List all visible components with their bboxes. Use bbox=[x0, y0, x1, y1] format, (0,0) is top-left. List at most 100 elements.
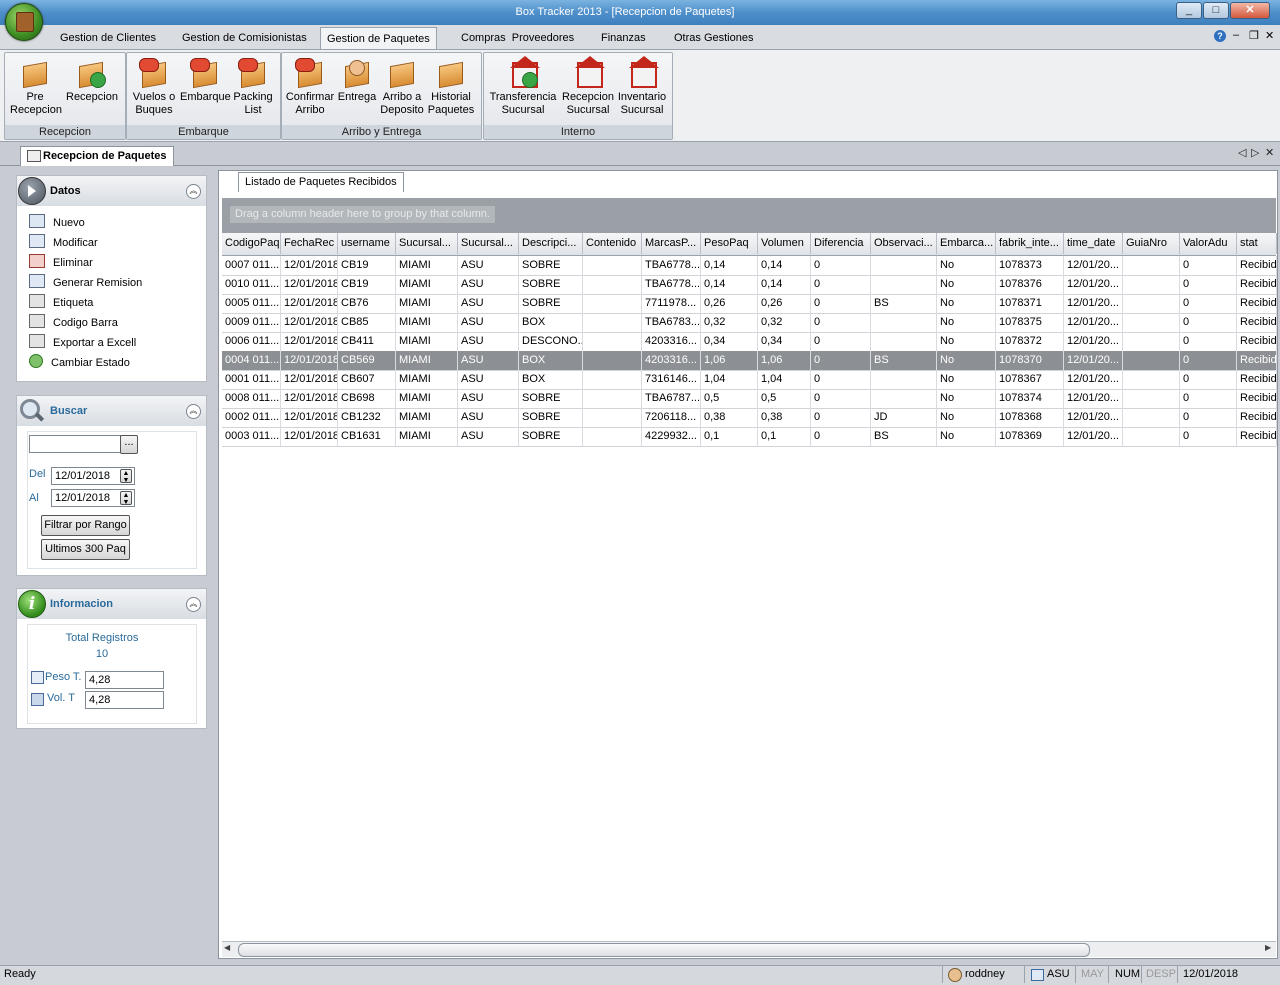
table-cell bbox=[871, 332, 937, 351]
column-header[interactable]: Embarca... bbox=[937, 233, 996, 254]
table-row[interactable]: 0007 011... 12/01/2018 CB19 MIAMI ASU SOBRE TB… bbox=[222, 256, 1277, 276]
historial-paquetes-button[interactable]: Historial Paquetes bbox=[426, 56, 476, 122]
column-header[interactable]: Volumen bbox=[758, 233, 811, 254]
button-label: Recepcion bbox=[10, 104, 62, 116]
button-label: Paquetes bbox=[427, 104, 475, 116]
datos-panel-header[interactable]: Datos ︽ bbox=[17, 176, 206, 206]
table-row[interactable]: 0009 011... 12/01/2018 CB85 MIAMI ASU BOX TBA6… bbox=[222, 313, 1277, 333]
tab-compras-proveedores[interactable]: Compras Proveedores bbox=[455, 29, 580, 47]
horizontal-scrollbar[interactable]: ◀ ▶ bbox=[222, 941, 1276, 957]
entrega-button[interactable]: Entrega bbox=[332, 56, 382, 122]
packing-list-button[interactable]: Packing List bbox=[228, 56, 278, 122]
table-cell bbox=[871, 313, 937, 332]
table-cell: 1078372 bbox=[996, 332, 1064, 351]
close-button[interactable]: ✕ bbox=[1230, 2, 1270, 19]
column-header[interactable]: PesoPaq bbox=[701, 233, 758, 254]
task-nuevo[interactable]: Nuevo bbox=[29, 214, 85, 232]
column-header[interactable]: Descripci... bbox=[519, 233, 583, 254]
recepcion-button[interactable]: Recepcion bbox=[66, 56, 118, 122]
task-generar-remision[interactable]: Generar Remision bbox=[29, 274, 142, 292]
arribo-deposito-button[interactable]: Arribo a Deposito bbox=[377, 56, 427, 122]
package-check-icon bbox=[76, 58, 106, 89]
task-eliminar[interactable]: Eliminar bbox=[29, 254, 93, 272]
task-exportar-excel[interactable]: Exportar a Excell bbox=[29, 334, 136, 352]
tab-close-button[interactable]: ✕ bbox=[1265, 146, 1274, 159]
date-from-spinner[interactable]: ▲ ▼ bbox=[120, 469, 132, 484]
tab-prev-button[interactable]: ◁ bbox=[1238, 146, 1246, 159]
vuelos-buques-button[interactable]: Vuelos o Buques bbox=[129, 56, 179, 122]
column-header[interactable]: ValorAdu bbox=[1180, 233, 1237, 254]
column-header[interactable]: MarcasP... bbox=[642, 233, 701, 254]
buscar-panel-header[interactable]: Buscar ︽ bbox=[17, 396, 206, 426]
status-scroll: DESP bbox=[1146, 968, 1176, 980]
peso-total-field[interactable]: 4,28 bbox=[85, 671, 164, 689]
table-cell: 0,14 bbox=[701, 256, 758, 275]
column-header[interactable]: username bbox=[338, 233, 396, 254]
column-header[interactable]: Diferencia bbox=[811, 233, 871, 254]
tab-gestion-paquetes[interactable]: Gestion de Paquetes bbox=[320, 27, 437, 50]
table-row[interactable]: 0004 011... 12/01/2018 CB569 MIAMI ASU BOX 420… bbox=[222, 351, 1277, 371]
column-header[interactable]: stat bbox=[1237, 233, 1277, 254]
search-input[interactable] bbox=[29, 435, 121, 453]
table-row[interactable]: 0005 011... 12/01/2018 CB76 MIAMI ASU SOBRE 77… bbox=[222, 294, 1277, 314]
table-cell: BS bbox=[871, 427, 937, 446]
tab-gestion-comisionistas[interactable]: Gestion de Comisionistas bbox=[176, 29, 313, 47]
column-header[interactable]: Sucursal... bbox=[396, 233, 458, 254]
folder-icon bbox=[29, 214, 45, 228]
informacion-panel-header[interactable]: i Informacion ︽ bbox=[17, 589, 206, 619]
task-modificar[interactable]: Modificar bbox=[29, 234, 98, 252]
mdi-minimize-button[interactable]: – bbox=[1233, 29, 1239, 41]
tab-otras-gestiones[interactable]: Otras Gestiones bbox=[668, 29, 759, 47]
task-codigo-barra[interactable]: Codigo Barra bbox=[29, 314, 118, 332]
tab-recepcion-paquetes[interactable]: Recepcion de Paquetes bbox=[20, 146, 174, 166]
table-row[interactable]: 0003 011... 12/01/2018 CB1631 MIAMI ASU SOBRE… bbox=[222, 427, 1277, 447]
table-row[interactable]: 0010 011... 12/01/2018 CB19 MIAMI ASU SOBRE TB… bbox=[222, 275, 1277, 295]
table-cell: 12/01/20... bbox=[1064, 408, 1123, 427]
filtrar-rango-button[interactable]: Filtrar por Rango bbox=[41, 515, 130, 536]
column-header[interactable]: GuiaNro bbox=[1123, 233, 1180, 254]
scroll-right-button[interactable]: ▶ bbox=[1265, 943, 1271, 952]
transferencia-sucursal-button[interactable]: Transferencia Sucursal bbox=[487, 56, 559, 122]
inventario-sucursal-button[interactable]: Inventario Sucursal bbox=[615, 56, 669, 122]
collapse-icon[interactable]: ︽ bbox=[186, 597, 201, 612]
table-row[interactable]: 0006 011... 12/01/2018 CB411 MIAMI ASU DESCON… bbox=[222, 332, 1277, 352]
column-header[interactable]: Contenido bbox=[583, 233, 642, 254]
column-header[interactable]: FechaRec bbox=[281, 233, 338, 254]
confirmar-arribo-button[interactable]: Confirmar Arribo bbox=[285, 56, 335, 122]
tab-gestion-clientes[interactable]: Gestion de Clientes bbox=[54, 29, 162, 47]
maximize-button[interactable]: □ bbox=[1203, 2, 1229, 19]
status-divider bbox=[1024, 966, 1025, 983]
task-cambiar-estado[interactable]: Cambiar Estado bbox=[29, 354, 130, 372]
scroll-left-button[interactable]: ◀ bbox=[224, 943, 230, 952]
column-header[interactable]: Observaci... bbox=[871, 233, 937, 254]
collapse-icon[interactable]: ︽ bbox=[186, 404, 201, 419]
table-row[interactable]: 0002 011... 12/01/2018 CB1232 MIAMI ASU SOBRE… bbox=[222, 408, 1277, 428]
mdi-close-button[interactable]: ✕ bbox=[1265, 29, 1274, 42]
buscar-panel: Buscar ︽ ... Del 12/01/2018 ▲ ▼ Al 12/01/… bbox=[16, 395, 207, 576]
ultimos-300-button[interactable]: Ultimos 300 Paq bbox=[41, 539, 130, 560]
mdi-restore-button[interactable]: ❐ bbox=[1249, 29, 1259, 42]
tab-listado-paquetes[interactable]: Listado de Paquetes Recibidos bbox=[238, 172, 404, 192]
pre-recepcion-button[interactable]: Pre Recepcion bbox=[10, 56, 62, 122]
table-row[interactable]: 0008 011... 12/01/2018 CB698 MIAMI ASU SOBRE T… bbox=[222, 389, 1277, 409]
table-cell: SOBRE bbox=[519, 256, 583, 275]
column-header[interactable]: fabrik_inte... bbox=[996, 233, 1064, 254]
app-menu-button[interactable] bbox=[5, 3, 43, 41]
embarque-button[interactable]: Embarque bbox=[180, 56, 231, 122]
minimize-button[interactable]: _ bbox=[1176, 2, 1202, 19]
column-header[interactable]: CodigoPaq bbox=[222, 233, 281, 254]
tab-finanzas[interactable]: Finanzas bbox=[595, 29, 652, 47]
search-browse-button[interactable]: ... bbox=[120, 435, 138, 454]
vol-total-field[interactable]: 4,28 bbox=[85, 691, 164, 709]
help-icon[interactable]: ? bbox=[1214, 30, 1226, 42]
table-row[interactable]: 0001 011... 12/01/2018 CB607 MIAMI ASU BOX 731… bbox=[222, 370, 1277, 390]
table-cell: BS bbox=[871, 351, 937, 370]
recepcion-sucursal-button[interactable]: Recepcion Sucursal bbox=[561, 56, 615, 122]
date-to-spinner[interactable]: ▲ ▼ bbox=[120, 491, 132, 506]
column-header[interactable]: Sucursal... bbox=[458, 233, 519, 254]
scroll-thumb[interactable] bbox=[238, 943, 1090, 957]
tab-next-button[interactable]: ▷ bbox=[1251, 146, 1259, 159]
column-header[interactable]: time_date bbox=[1064, 233, 1123, 254]
collapse-icon[interactable]: ︽ bbox=[186, 184, 201, 199]
task-etiqueta[interactable]: Etiqueta bbox=[29, 294, 93, 312]
